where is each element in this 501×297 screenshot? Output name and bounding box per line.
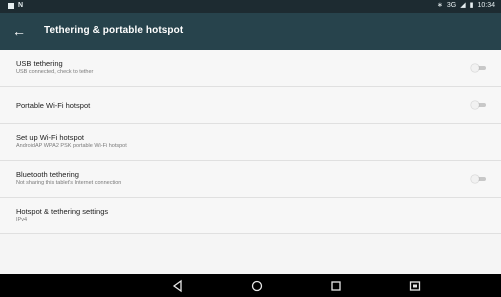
usb-tethering-subtitle: USB connected, check to tether [16,69,94,75]
nav-home-icon[interactable] [249,278,265,294]
battery-icon: ▮ [469,2,474,9]
app-bar: ← Tethering & portable hotspot [0,13,501,50]
navigation-bar [0,274,501,297]
bluetooth-tethering-row[interactable]: Bluetooth tethering Not sharing this tab… [0,161,501,198]
hotspot-tethering-settings-row[interactable]: Hotspot & tethering settings IPv4 [0,198,501,234]
hotspot-tethering-settings-subtitle: IPv4 [16,217,28,223]
portable-wifi-hotspot-title: Portable Wi-Fi hotspot [16,101,91,110]
bluetooth-tethering-toggle[interactable] [471,175,487,183]
network-label: 3G [446,2,457,9]
setup-wifi-hotspot-subtitle: AndroidAP WPA2 PSK portable Wi-Fi hotspo… [16,143,127,149]
n-notification-icon: N [18,2,24,9]
usb-tethering-toggle[interactable] [471,64,487,72]
bluetooth-icon: ∗ [437,2,443,9]
bluetooth-tethering-subtitle: Not sharing this tablet's Internet conne… [16,180,122,186]
nav-recents-icon[interactable] [328,278,344,294]
setup-wifi-hotspot-title: Set up Wi-Fi hotspot [16,133,84,142]
status-bar: N ∗ 3G ◢ ▮ 10:34 [0,0,501,13]
signal-icon: ◢ [460,2,466,9]
screenshot-icon[interactable] [407,278,423,294]
status-time: 10:34 [477,2,495,9]
portable-wifi-hotspot-row[interactable]: Portable Wi-Fi hotspot [0,87,501,124]
bluetooth-tethering-title: Bluetooth tethering [16,170,79,179]
hotspot-tethering-settings-title: Hotspot & tethering settings [16,207,109,216]
nav-back-icon[interactable] [170,278,186,294]
usb-tethering-title: USB tethering [16,59,63,68]
back-arrow-icon[interactable]: ← [12,21,32,41]
usb-tethering-row[interactable]: USB tethering USB connected, check to te… [0,50,501,87]
settings-list: USB tethering USB connected, check to te… [0,50,501,234]
portable-wifi-hotspot-toggle[interactable] [471,101,487,109]
page-title: Tethering & portable hotspot [44,25,184,36]
notification-icon [8,3,14,9]
setup-wifi-hotspot-row[interactable]: Set up Wi-Fi hotspot AndroidAP WPA2 PSK … [0,124,501,161]
